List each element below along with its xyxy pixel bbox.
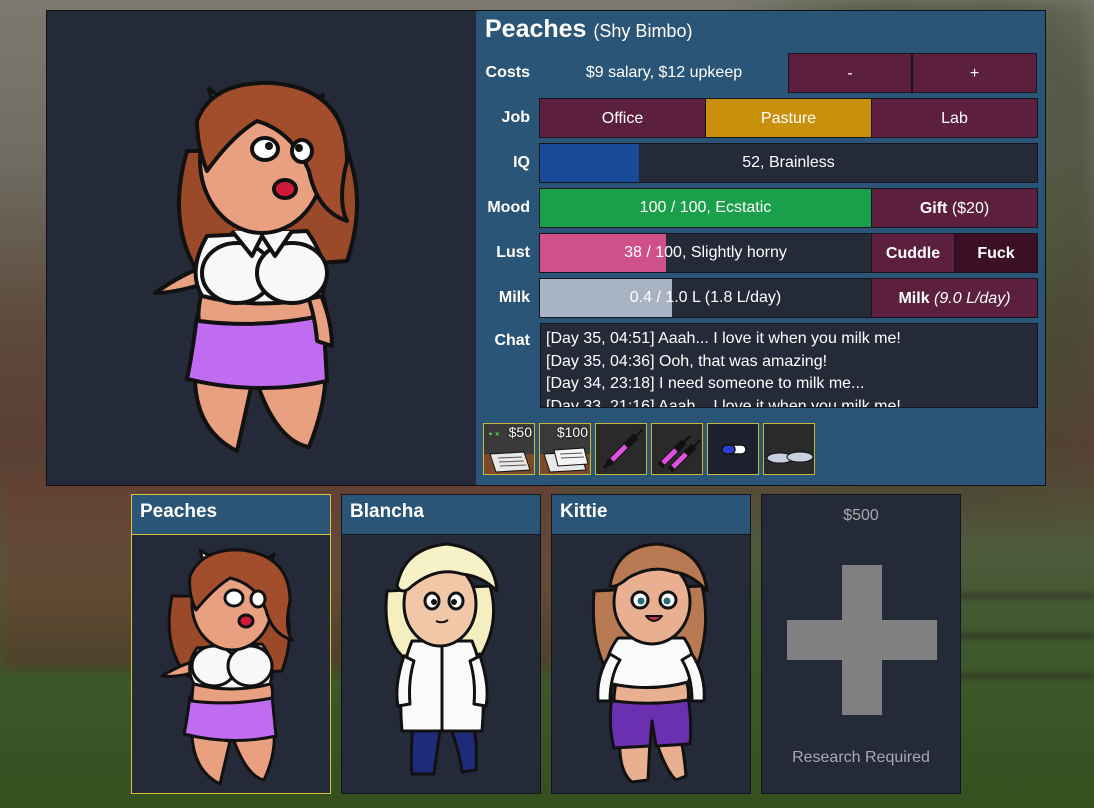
character-trait: (Shy Bimbo) (593, 21, 693, 41)
job-option-pasture[interactable]: Pasture (705, 98, 872, 138)
item-research-paper-100[interactable]: $100 (539, 423, 591, 475)
character-portrait (47, 11, 476, 485)
chat-line: [Day 34, 23:18] I need someone to milk m… (546, 375, 865, 392)
gift-label: Gift (919, 200, 948, 217)
background-fence (950, 560, 1094, 680)
milk-row: Milk 0.4 / 1.0 L (1.8 L/day) Milk (9.0 L… (476, 278, 1045, 318)
pill-icon (721, 444, 747, 455)
job-row: Job Office Pasture Lab (476, 98, 1045, 138)
costs-plus-button[interactable]: + (912, 53, 1037, 93)
iq-label: IQ (513, 154, 530, 171)
mood-text: 100 / 100, Ecstatic (639, 199, 772, 216)
pads-icon (766, 451, 814, 464)
roster-card-blancha[interactable]: Blancha (341, 494, 541, 794)
add-character-slot[interactable]: $500 Research Required (761, 494, 961, 794)
milk-bar: 0.4 / 1.0 L (1.8 L/day) (539, 278, 872, 318)
roster-card-peaches[interactable]: Peaches (131, 494, 331, 794)
add-slot-status: Research Required (792, 749, 930, 766)
mood-bar: 100 / 100, Ecstatic (539, 188, 872, 228)
gift-price: ($20) (951, 200, 990, 217)
lust-label: Lust (496, 244, 530, 261)
add-slot-price: $500 (843, 507, 879, 524)
character-name: Peaches (485, 15, 587, 43)
iq-row: IQ 52, Brainless (476, 143, 1045, 183)
chat-label: Chat (494, 332, 530, 349)
cuddle-button[interactable]: Cuddle (871, 233, 955, 273)
milk-button[interactable]: Milk (9.0 L/day) (871, 278, 1038, 318)
costs-minus-button[interactable]: - (788, 53, 912, 93)
roster-card-name: Peaches (132, 495, 330, 535)
double-syringe-icon (657, 435, 701, 473)
iq-text: 52, Brainless (742, 154, 835, 171)
item-blue-pill[interactable] (707, 423, 759, 475)
blancha-sprite (384, 542, 499, 776)
milk-text: 0.4 / 1.0 L (1.8 L/day) (629, 289, 782, 306)
mood-row: Mood 100 / 100, Ecstatic Gift ($20) (476, 188, 1045, 228)
item-syringe-pink[interactable] (595, 423, 647, 475)
roster-card-name: Kittie (552, 495, 750, 535)
costs-row: Costs $9 salary, $12 upkeep - + (476, 53, 1045, 93)
chat-line: [Day 35, 04:51] Aaah... I love it when y… (546, 330, 901, 347)
gift-button[interactable]: Gift ($20) (871, 188, 1038, 228)
kittie-sprite (591, 542, 709, 784)
iq-bar: 52, Brainless (539, 143, 1038, 183)
milk-button-label: Milk (898, 290, 930, 307)
job-label: Job (501, 109, 530, 126)
character-name-line: Peaches (Shy Bimbo) (485, 15, 692, 44)
item-research-paper-50[interactable]: ✶ ✕ $50 (483, 423, 535, 475)
fuck-button[interactable]: Fuck (954, 233, 1038, 273)
lust-text: 38 / 100, Slightly horny (624, 244, 787, 261)
chat-line: [Day 35, 04:36] Ooh, that was amazing! (546, 352, 828, 370)
milk-label: Milk (498, 289, 530, 306)
costs-label: Costs (485, 64, 530, 81)
costs-value: $9 salary, $12 upkeep (585, 64, 743, 81)
svg-text:✶ ✕: ✶ ✕ (488, 431, 500, 438)
character-panel: Peaches (Shy Bimbo) Costs $9 salary, $12… (46, 10, 1046, 486)
item-breast-pads[interactable] (763, 423, 815, 475)
character-info-panel: Peaches (Shy Bimbo) Costs $9 salary, $12… (476, 11, 1045, 485)
syringe-icon (602, 429, 643, 470)
roster-card-name: Blancha (342, 495, 540, 535)
lust-bar: 38 / 100, Slightly horny (539, 233, 872, 273)
mood-label: Mood (487, 199, 530, 216)
chat-line: [Day 33, 21:16] Aaah... I love it when y… (546, 397, 901, 408)
peaches-large-sprite (153, 80, 359, 453)
peaches-sprite (160, 548, 294, 786)
roster-card-kittie[interactable]: Kittie (551, 494, 751, 794)
job-option-office[interactable]: Office (539, 98, 706, 138)
item-price: $100 (556, 424, 588, 440)
job-option-lab[interactable]: Lab (871, 98, 1038, 138)
lust-row: Lust 38 / 100, Slightly horny Cuddle Fuc… (476, 233, 1045, 273)
milk-button-rate: (9.0 L/day) (934, 290, 1011, 307)
chat-log[interactable]: [Day 35, 04:51] Aaah... I love it when y… (540, 323, 1038, 408)
plus-icon-bar (787, 620, 937, 660)
item-price: $50 (508, 424, 532, 440)
item-double-syringe-pink[interactable] (651, 423, 703, 475)
